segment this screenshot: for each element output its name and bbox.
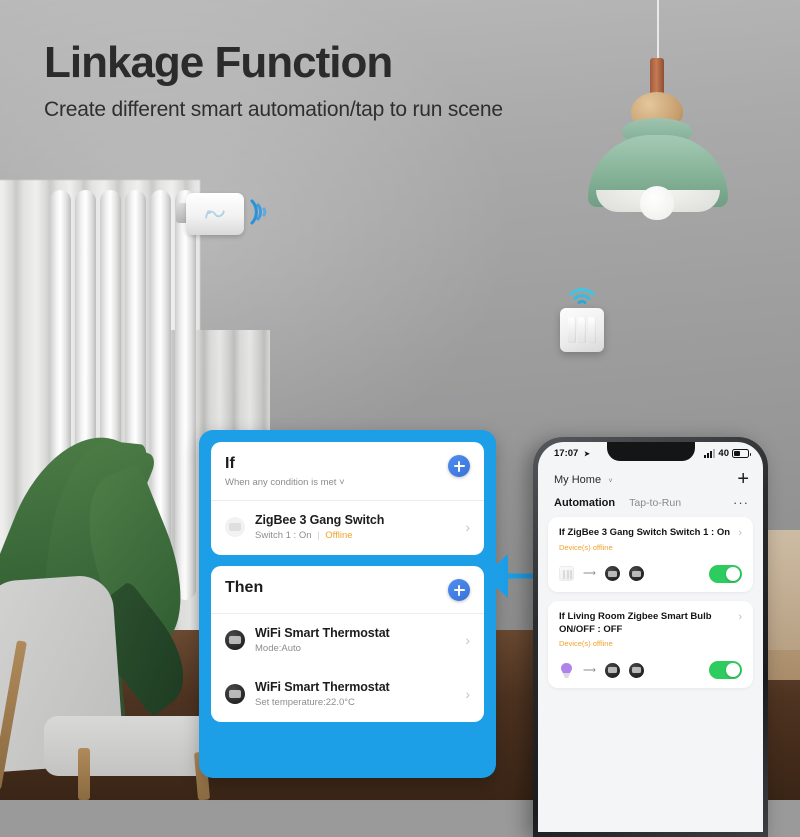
action-row[interactable]: WiFi Smart Thermostat Set temperature:22… [225,656,470,710]
tab-automation[interactable]: Automation [554,497,615,509]
thermostat-icon [604,662,620,678]
automation-list-item[interactable]: If ZigBee 3 Gang Switch Switch 1 : On › … [548,517,753,592]
condition-device-name: ZigBee 3 Gang Switch [255,513,385,527]
light-bulb-icon [640,186,674,220]
chevron-right-icon: › [738,610,742,623]
action-device-name: WiFi Smart Thermostat [255,626,390,640]
add-condition-button[interactable] [448,455,470,477]
chevron-right-icon: › [465,632,470,648]
thermostat-icon [604,566,620,582]
if-title: If [225,455,235,472]
signal-wave-icon [250,199,267,225]
home-header: My Home ˅ + [538,461,763,493]
action-device-name: WiFi Smart Thermostat [255,680,390,694]
signal-bars-icon [704,449,716,458]
condition-row[interactable]: ZigBee 3 Gang Switch Switch 1 : On | Off… [225,501,470,543]
page-subtitle: Create different smart automation/tap to… [44,98,503,122]
switch-panel-icon [559,566,574,582]
headline-block: Linkage Function Create different smart … [44,38,503,122]
chevron-down-icon: ˅ [339,477,345,488]
add-action-button[interactable] [448,579,470,601]
phone-notch [606,442,695,461]
chevron-down-icon: ˅ [608,478,613,485]
lamp-cord [657,0,659,62]
light-bulb-icon [561,662,572,678]
arrow-right-icon: ⟶ [583,664,596,675]
location-arrow-icon: ➤ [583,451,590,458]
tab-tap-to-run[interactable]: Tap-to-Run [629,497,681,509]
chevron-right-icon: › [738,527,742,539]
automation-device-icons: ⟶ [559,661,742,680]
switch-panel-icon [225,517,245,537]
meta-separator: | [317,530,320,541]
then-section: Then WiFi Smart Thermostat Mode:Auto › W… [211,566,484,722]
home-name: My Home [554,474,602,486]
tab-bar: Automation Tap-to-Run ··· [538,493,763,517]
status-bar-right: 40 [704,448,751,459]
automation-item-header: If ZigBee 3 Gang Switch Switch 1 : On › [559,527,742,540]
if-condition-text: When any condition is met [225,477,337,488]
clock-time: 17:07 [554,448,579,459]
action-row[interactable]: WiFi Smart Thermostat Mode:Auto › [225,614,470,656]
add-automation-button[interactable]: + [737,469,749,489]
automation-toggle[interactable] [709,564,742,583]
status-badge: Device(s) offline [559,639,613,649]
page-title: Linkage Function [44,38,393,87]
automation-device-icons: ⟶ [559,564,742,583]
if-section: If When any condition is met ˅ ZigBee 3 … [211,442,484,555]
thermostat-icon [628,662,644,678]
automation-detail-card: If When any condition is met ˅ ZigBee 3 … [199,430,496,778]
wifi-icon [569,288,595,304]
battery-percent: 40 [718,448,729,459]
thermostat-icon [225,684,245,704]
smart-trv-icon [186,193,244,235]
arrow-right-icon: ⟶ [583,568,596,579]
chevron-right-icon: › [465,519,470,535]
thermostat-icon [225,630,245,650]
phone-screen: 17:07 ➤ 40 My Home ˅ + Automation Tap-to… [538,442,763,832]
action-device-state: Mode:Auto [255,643,301,654]
trv-logo-icon [205,210,225,219]
automation-item-header: If Living Room Zigbee Smart Bulb ON/OFF … [559,611,742,637]
action-device-state: Set temperature:22.0°C [255,697,355,708]
then-section-header: Then [225,579,470,601]
smartphone: 17:07 ➤ 40 My Home ˅ + Automation Tap-to… [533,437,768,837]
automation-toggle[interactable] [709,661,742,680]
chevron-right-icon: › [465,686,470,702]
condition-state: Switch 1 : On [255,530,312,541]
wall-switch-3gang[interactable] [560,308,604,352]
automation-list: If ZigBee 3 Gang Switch Switch 1 : On › … [538,517,763,689]
battery-icon [732,449,751,458]
automation-list-item[interactable]: If Living Room Zigbee Smart Bulb ON/OFF … [548,600,753,689]
more-options-icon[interactable]: ··· [733,496,749,509]
status-badge: Device(s) offline [559,542,613,552]
if-section-header: If When any condition is met ˅ [225,455,470,488]
condition-device-meta: Switch 1 : On | Offline [255,530,455,541]
home-selector[interactable]: My Home ˅ [554,470,613,488]
status-bar-left: 17:07 ➤ [554,448,590,459]
automation-title: If Living Room Zigbee Smart Bulb ON/OFF … [559,610,712,635]
status-badge: Offline [325,530,353,541]
then-title: Then [225,579,264,596]
thermostat-icon [628,566,644,582]
if-condition-selector[interactable]: When any condition is met ˅ [225,477,345,488]
automation-title: If ZigBee 3 Gang Switch Switch 1 : On [559,527,731,538]
